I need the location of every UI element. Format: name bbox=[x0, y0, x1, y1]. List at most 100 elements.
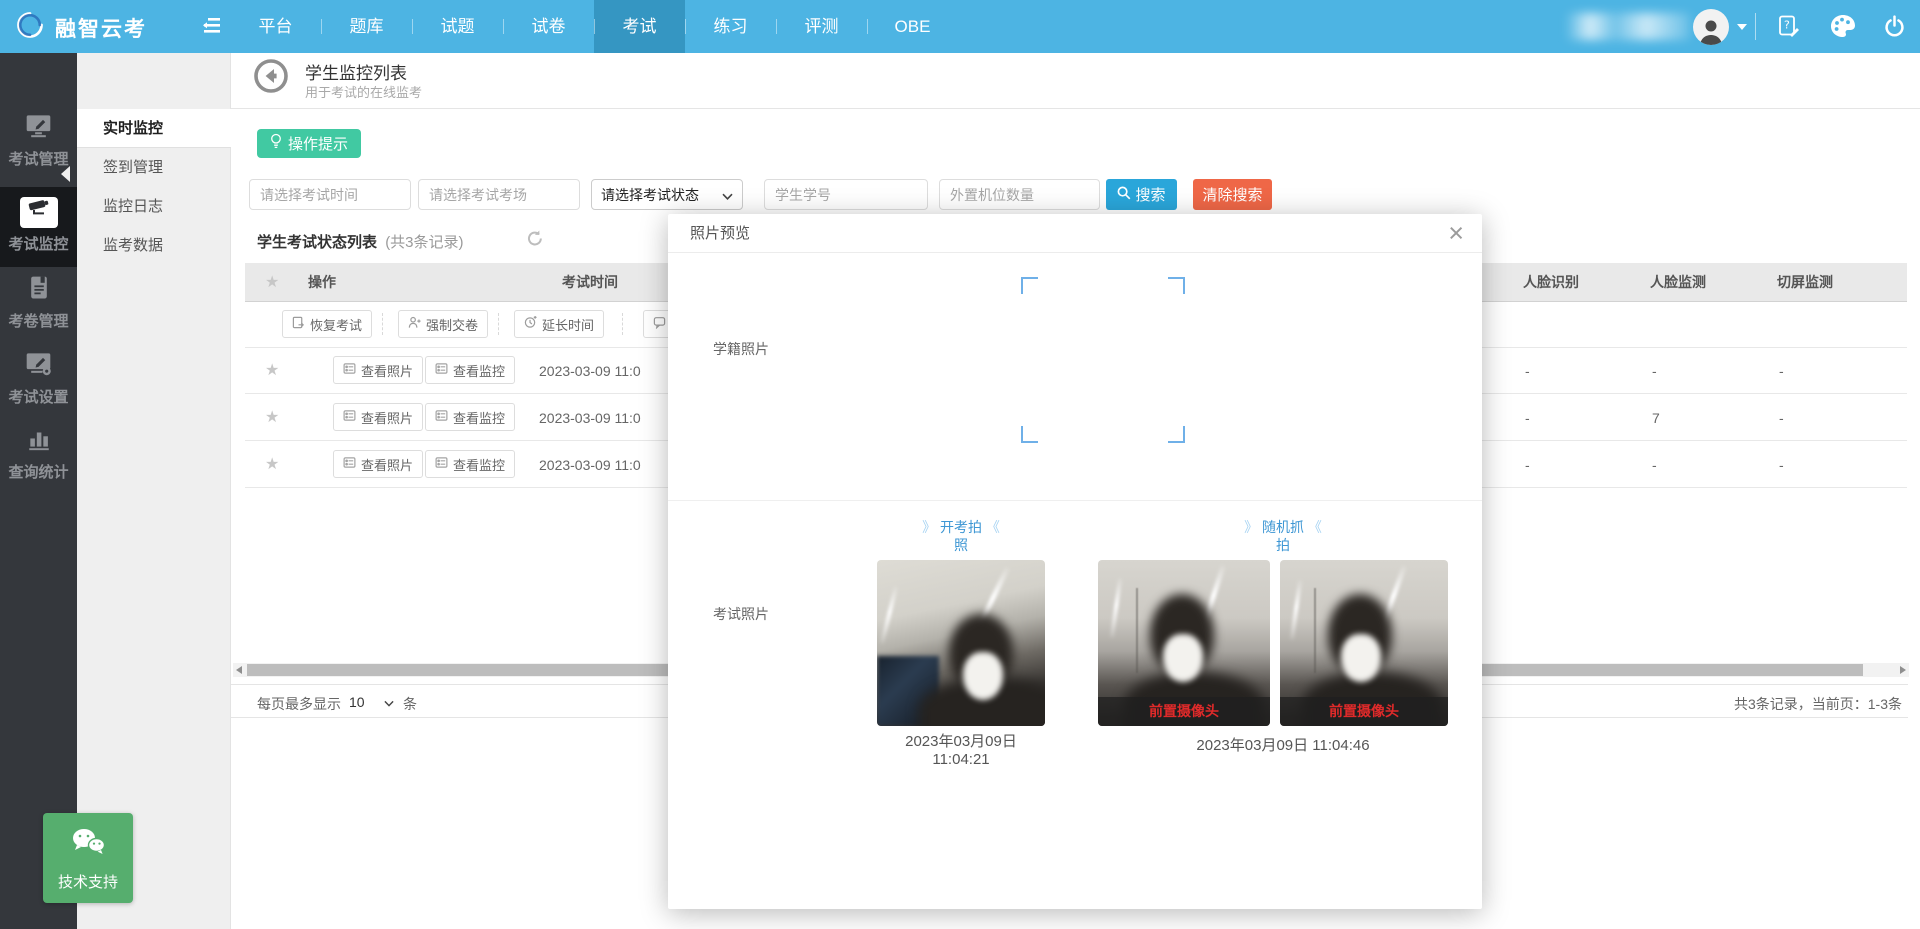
theme-palette-icon[interactable] bbox=[1830, 14, 1856, 43]
column-header-exam-time: 考试时间 bbox=[562, 263, 618, 302]
sidebar-item-query-statistics[interactable]: 查询统计 bbox=[0, 427, 77, 497]
chevron-right-icon: 《 bbox=[1308, 519, 1322, 535]
back-button[interactable] bbox=[253, 58, 289, 94]
sidebar-item-exam-settings[interactable]: 考试设置 bbox=[0, 351, 77, 421]
screen-monitor-value: - bbox=[1779, 363, 1784, 379]
search-icon bbox=[1117, 186, 1131, 204]
view-photo-button[interactable]: 查看照片 bbox=[333, 403, 423, 431]
monitor-gear-icon bbox=[25, 363, 52, 380]
close-icon[interactable]: × bbox=[1448, 216, 1464, 250]
face-monitor-value: - bbox=[1652, 363, 1657, 379]
monitor-edit-icon bbox=[25, 125, 52, 142]
random-capture-label: 随机抓 bbox=[1262, 519, 1304, 535]
face-recognition-value: - bbox=[1525, 410, 1530, 426]
exam-time-value: 2023-03-09 11:0 bbox=[539, 363, 641, 379]
view-monitor-button[interactable]: 查看监控 bbox=[425, 356, 515, 384]
page-subtitle: 用于考试的在线监考 bbox=[305, 82, 422, 101]
exam-time-filter-input[interactable] bbox=[249, 179, 411, 210]
nav-tab-platform[interactable]: 平台 bbox=[230, 0, 321, 53]
photo-card-icon bbox=[343, 409, 356, 425]
help-icon[interactable]: ? bbox=[1776, 14, 1801, 44]
submenu-item-proctor-data[interactable]: 监考数据 bbox=[77, 226, 231, 265]
photo-artifact bbox=[1136, 588, 1138, 673]
random-capture-photo-1[interactable]: 前置摄像头 bbox=[1098, 560, 1270, 726]
menu-toggle-icon[interactable] bbox=[202, 17, 224, 40]
view-photo-button[interactable]: 查看照片 bbox=[333, 450, 423, 478]
photo-artifact bbox=[1341, 634, 1381, 682]
sidebar-label: 考卷管理 bbox=[0, 310, 77, 331]
sidebar-item-exam-monitoring[interactable]: 考试监控 bbox=[0, 187, 77, 267]
view-monitor-button[interactable]: 查看监控 bbox=[425, 450, 515, 478]
photo-artifact bbox=[1163, 634, 1203, 682]
nav-tab-exam[interactable]: 考试 bbox=[594, 0, 685, 53]
submenu-item-checkin[interactable]: 签到管理 bbox=[77, 148, 231, 187]
clear-search-button[interactable]: 清除搜索 bbox=[1193, 179, 1272, 210]
pagination-summary: 共3条记录，当前页：1-3条 bbox=[1734, 694, 1902, 714]
user-menu[interactable] bbox=[1693, 9, 1747, 45]
button-separator bbox=[498, 313, 499, 335]
camera-overlay-label: 前置摄像头 bbox=[1098, 697, 1270, 726]
tech-support-button[interactable]: 技术支持 bbox=[43, 813, 133, 903]
page-size-select[interactable]: 10 bbox=[349, 694, 394, 710]
avatar bbox=[1693, 9, 1729, 45]
scroll-right-arrow-icon[interactable] bbox=[1900, 666, 1906, 674]
photo-artifact bbox=[1110, 578, 1122, 638]
random-capture-photo-2[interactable]: 前置摄像头 bbox=[1280, 560, 1448, 726]
nav-tab-question-bank[interactable]: 题库 bbox=[321, 0, 412, 53]
extend-time-button[interactable]: 延长时间 bbox=[514, 310, 604, 338]
operation-tips-button[interactable]: 操作提示 bbox=[257, 129, 361, 158]
opening-capture-photo[interactable] bbox=[877, 560, 1045, 726]
external-camera-count-input[interactable] bbox=[939, 179, 1100, 210]
topbar: 融智云考 平台 题库 试题 试卷 考试 练习 评测 OBE ? bbox=[0, 0, 1920, 53]
brand-logo[interactable]: 融智云考 bbox=[14, 9, 147, 46]
sidebar-label: 考试设置 bbox=[0, 386, 77, 407]
nav-tab-practice[interactable]: 练习 bbox=[685, 0, 776, 53]
refresh-icon[interactable] bbox=[526, 230, 544, 252]
modal-section-divider bbox=[668, 500, 1482, 501]
nav-tab-questions[interactable]: 试题 bbox=[412, 0, 503, 53]
view-photo-button[interactable]: 查看照片 bbox=[333, 356, 423, 384]
row-star-icon[interactable]: ★ bbox=[265, 407, 279, 427]
monitor-card-icon bbox=[435, 456, 448, 472]
exam-status-select[interactable]: 请选择考试状态 bbox=[591, 179, 743, 210]
random-capture-tab[interactable]: 》 随机抓 《 拍 bbox=[1183, 518, 1383, 554]
row-star-icon[interactable]: ★ bbox=[265, 454, 279, 474]
exam-room-filter-input[interactable] bbox=[418, 179, 580, 210]
photo-artifact bbox=[1290, 580, 1302, 640]
opening-capture-tab[interactable]: 》 开考拍 《 照 bbox=[861, 518, 1061, 554]
modal-header: 照片预览 × bbox=[668, 214, 1482, 253]
enrollment-photo-label: 学籍照片 bbox=[713, 339, 769, 359]
exam-time-value: 2023-03-09 11:0 bbox=[539, 457, 641, 473]
corner-bracket-icon bbox=[1021, 277, 1038, 294]
brand-name: 融智云考 bbox=[55, 13, 147, 43]
enrollment-photo-placeholder bbox=[1021, 277, 1185, 443]
power-logout-icon[interactable] bbox=[1882, 14, 1907, 44]
submenu: 实时监控 签到管理 监控日志 监考数据 bbox=[77, 53, 231, 929]
student-id-filter-input[interactable] bbox=[764, 179, 928, 210]
sidebar-item-paper-management[interactable]: 考卷管理 bbox=[0, 275, 77, 345]
photo-artifact bbox=[880, 586, 898, 643]
submenu-item-realtime-monitor[interactable]: 实时监控 bbox=[77, 109, 231, 148]
chat-bubble-icon bbox=[653, 316, 666, 332]
view-monitor-button[interactable]: 查看监控 bbox=[425, 403, 515, 431]
force-submit-button[interactable]: 强制交卷 bbox=[398, 310, 488, 338]
opening-capture-label-wrap: 照 bbox=[861, 536, 1061, 554]
redacted-username bbox=[1565, 13, 1690, 40]
row-star-icon[interactable]: ★ bbox=[265, 360, 279, 380]
exam-paper-icon bbox=[27, 287, 51, 304]
nav-tab-papers[interactable]: 试卷 bbox=[503, 0, 594, 53]
nav-tab-obe[interactable]: OBE bbox=[867, 0, 958, 53]
person-submit-icon bbox=[408, 316, 421, 332]
scroll-left-arrow-icon[interactable] bbox=[236, 666, 242, 674]
search-button[interactable]: 搜索 bbox=[1106, 179, 1177, 210]
view-monitor-label: 查看监控 bbox=[453, 408, 505, 427]
submenu-item-monitor-log[interactable]: 监控日志 bbox=[77, 187, 231, 226]
table-record-count: (共3条记录) bbox=[385, 234, 463, 251]
logo-icon bbox=[14, 9, 46, 46]
force-submit-label: 强制交卷 bbox=[426, 315, 478, 334]
document-restore-icon bbox=[292, 316, 305, 332]
nav-tab-assessment[interactable]: 评测 bbox=[776, 0, 867, 53]
resume-exam-button[interactable]: 恢复考试 bbox=[282, 310, 372, 338]
photo-artifact bbox=[963, 652, 1003, 700]
cctv-camera-icon bbox=[20, 197, 58, 228]
